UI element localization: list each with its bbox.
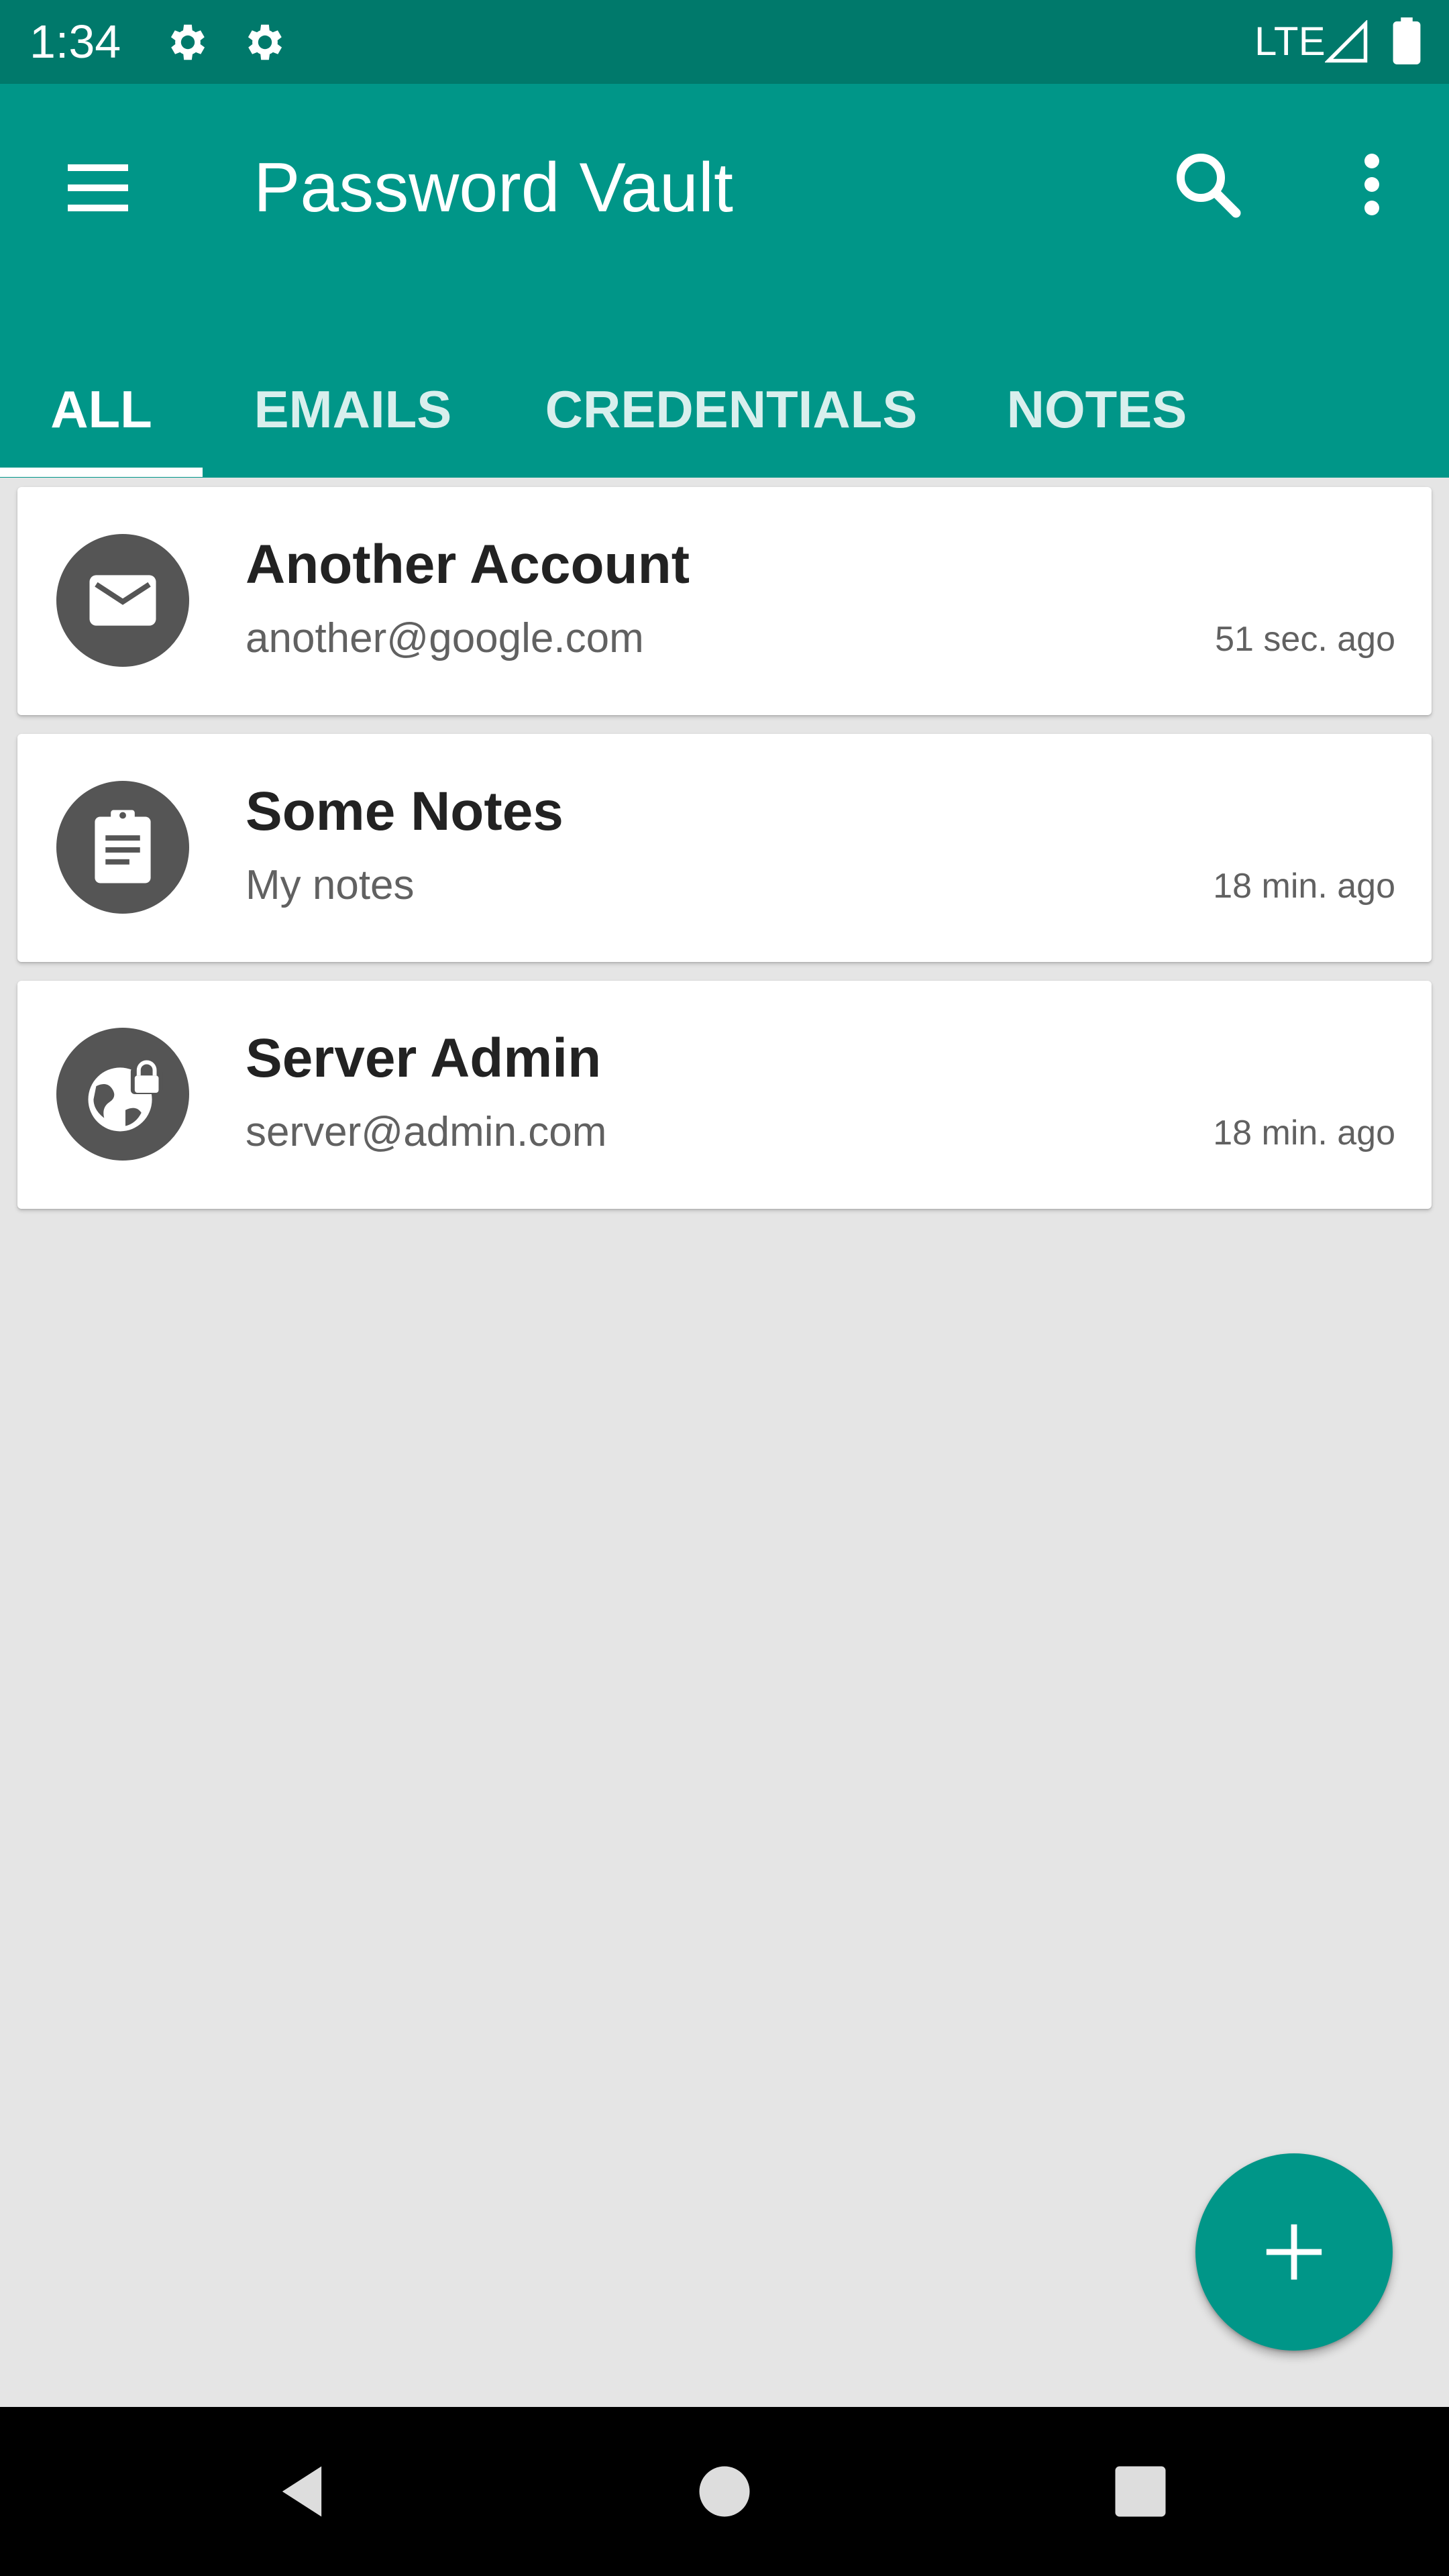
tab-notes[interactable]: NOTES — [986, 345, 1208, 478]
tab-bar: ALL EMAILS CREDENTIALS NOTES — [0, 345, 1449, 478]
home-icon[interactable] — [691, 2458, 758, 2525]
email-icon — [56, 534, 189, 667]
clipboard-note-icon — [56, 781, 189, 914]
recents-icon[interactable] — [1107, 2458, 1174, 2525]
app-title: Password Vault — [254, 149, 733, 227]
menu-icon[interactable] — [58, 148, 138, 228]
tab-emails[interactable]: EMAILS — [236, 345, 470, 478]
settings-icon — [248, 24, 282, 60]
network-type: LTE — [1254, 19, 1326, 64]
app-bar: Password Vault ALL EMAILS CREDENTIALS NO… — [0, 84, 1449, 478]
settings-icon — [170, 24, 205, 60]
more-vert-icon[interactable] — [1342, 144, 1402, 225]
battery-icon — [1393, 17, 1421, 64]
status-bar: 1:34 LTE — [0, 0, 1449, 84]
back-icon[interactable] — [268, 2458, 335, 2525]
entry-timestamp: 18 min. ago — [1213, 867, 1395, 906]
entry-subtitle: server@admin.com — [246, 1109, 607, 1155]
tab-all[interactable]: ALL — [0, 345, 203, 478]
add-entry-button[interactable] — [1195, 2153, 1393, 2351]
entry-title: Server Admin — [246, 1028, 602, 1089]
add-icon — [1266, 2224, 1322, 2280]
list-item[interactable]: Server Admin server@admin.com 18 min. ag… — [17, 981, 1432, 1209]
system-nav-bar — [0, 2407, 1449, 2576]
status-time: 1:34 — [30, 15, 121, 68]
tab-indicator — [0, 468, 203, 477]
entry-timestamp: 51 sec. ago — [1215, 620, 1395, 659]
entry-title: Some Notes — [246, 781, 564, 842]
entry-subtitle: My notes — [246, 862, 415, 908]
list-item[interactable]: Another Account another@google.com 51 se… — [17, 487, 1432, 715]
entry-subtitle: another@google.com — [246, 615, 644, 661]
tab-credentials[interactable]: CREDENTIALS — [530, 345, 932, 478]
search-icon[interactable] — [1167, 144, 1248, 225]
entry-timestamp: 18 min. ago — [1213, 1114, 1395, 1152]
globe-lock-icon — [56, 1028, 189, 1161]
signal-icon — [1325, 20, 1368, 63]
entry-title: Another Account — [246, 534, 690, 595]
list-item[interactable]: Some Notes My notes 18 min. ago — [17, 734, 1432, 962]
